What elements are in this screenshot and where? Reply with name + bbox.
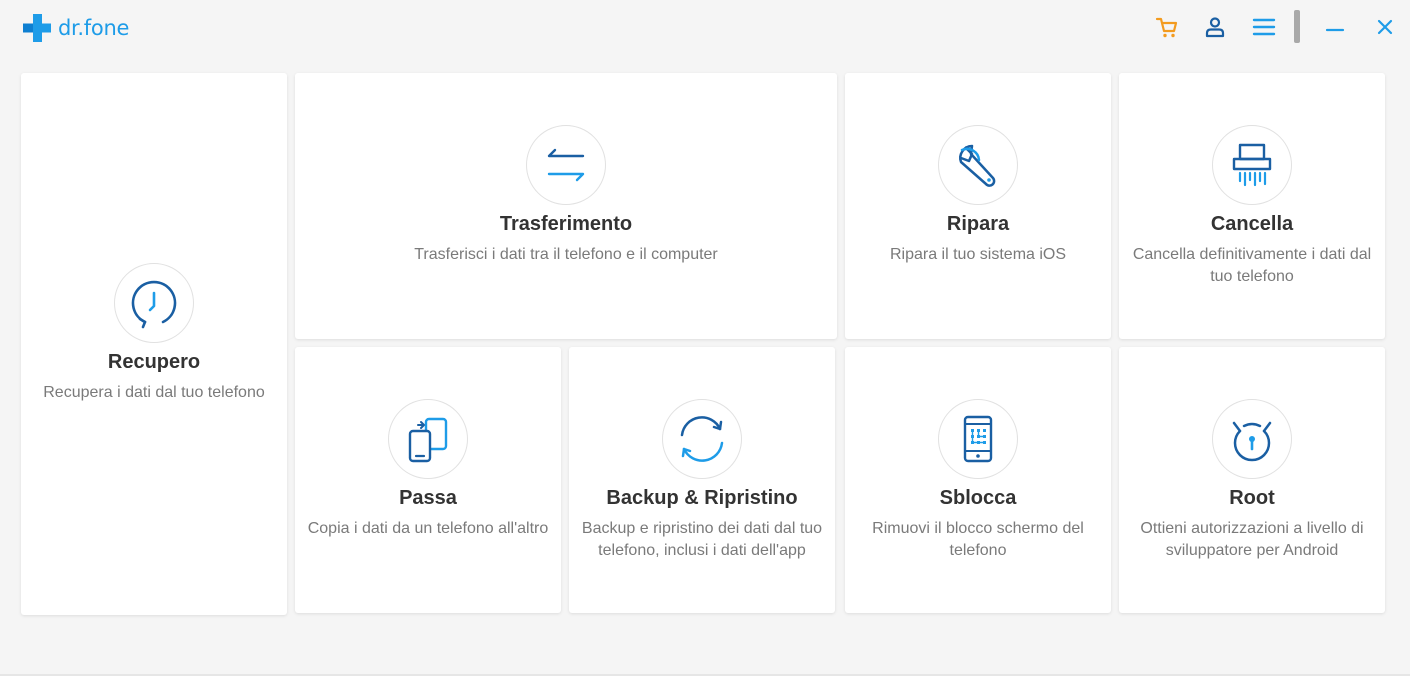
card-root[interactable]: Root Ottieni autorizzazioni a livello di… [1119,347,1385,613]
card-title: Sblocca [939,487,1017,509]
card-description: Ripara il tuo sistema iOS [889,246,1067,263]
cart-button[interactable] [1152,12,1182,42]
card-description: Backup e ripristino dei dati dal tuo tel… [581,520,823,559]
close-button[interactable] [1370,12,1400,42]
sync-circle-icon [680,416,724,462]
card-recupero[interactable]: Recupero Recupera i dati dal tuo telefon… [21,73,287,615]
toolbar-separator [1294,10,1300,43]
card-description: Cancella definitivamente i dati dal tuo … [1132,246,1372,285]
wrench-icon [959,144,996,187]
minimize-icon [1325,28,1345,32]
transfer-arrows-icon [547,148,585,182]
app-logo: dr.fone [22,12,129,44]
icon-circle [1212,125,1292,205]
card-backup[interactable]: Backup & Ripristino Backup e ripristino … [569,347,835,613]
card-description: Trasferisci i dati tra il telefono e il … [414,246,718,263]
icon-circle [526,125,606,205]
card-title: Ripara [946,213,1010,235]
card-description: Ottieni autorizzazioni a livello di svil… [1140,520,1364,559]
card-description: Copia i dati da un telefono all'altro [307,520,549,537]
card-cancella[interactable]: Cancella Cancella definitivamente i dati… [1119,73,1385,339]
card-passa[interactable]: Passa Copia i dati da un telefono all'al… [295,347,561,613]
card-title: Cancella [1210,213,1294,235]
title-bar: dr.fone [0,0,1410,56]
card-title: Root [1229,487,1275,509]
phone-grid-unlock-icon [963,415,993,463]
app-name: dr.fone [58,16,130,40]
icon-circle [938,125,1018,205]
card-title: Backup & Ripristino [606,487,798,509]
phone-switch-icon [408,417,448,463]
card-trasferimento[interactable]: Trasferimento Trasferisci i dati tra il … [295,73,837,339]
card-title: Recupero [107,351,201,373]
card-ripara[interactable]: Ripara Ripara il tuo sistema iOS [845,73,1111,339]
hamburger-menu-icon [1252,18,1276,36]
shredder-icon [1232,143,1272,187]
close-icon [1377,19,1393,35]
card-description: Rimuovi il blocco schermo del telefono [872,520,1084,559]
account-button[interactable] [1200,12,1230,42]
menu-button[interactable] [1249,12,1279,42]
card-title: Trasferimento [499,213,633,235]
card-sblocca[interactable]: Sblocca Rimuovi il blocco schermo del te… [845,347,1111,613]
clock-recovery-icon [131,280,177,329]
card-description: Recupera i dati dal tuo telefono [43,384,265,401]
icon-circle [1212,399,1292,479]
icon-circle [114,263,194,343]
android-root-icon [1232,421,1272,462]
user-icon [1205,17,1225,38]
drfone-logo-icon [23,14,51,42]
card-title: Passa [399,487,457,509]
minimize-button[interactable] [1320,12,1350,42]
icon-circle [662,399,742,479]
shopping-cart-icon [1155,17,1178,38]
icon-circle [938,399,1018,479]
icon-circle [388,399,468,479]
